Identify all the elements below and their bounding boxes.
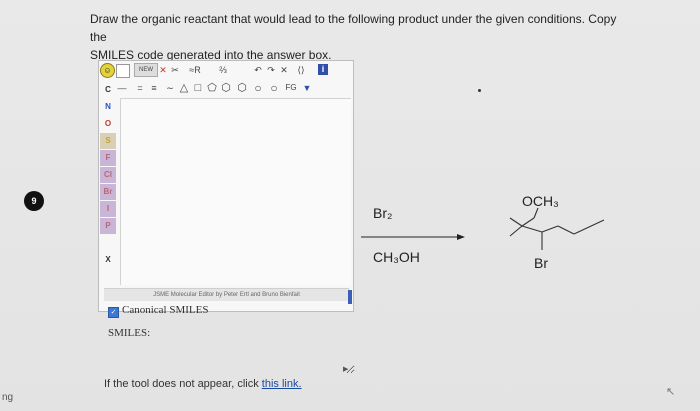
smiley-icon[interactable]: ☺ [100, 63, 115, 78]
atom-any[interactable]: X [100, 252, 116, 268]
atom-phosphorus[interactable]: P [100, 218, 116, 234]
fallback-prefix: If the tool does not appear, click [104, 378, 262, 390]
ring-4-icon[interactable]: □ [192, 80, 204, 96]
checkbox-checked-icon[interactable]: ✓ [108, 307, 119, 318]
template-icon[interactable]: ⟨⟩ [294, 62, 308, 78]
resize-handle[interactable] [348, 290, 352, 304]
ring-7-icon[interactable]: ○ [252, 80, 264, 96]
atom-iodine[interactable]: I [100, 201, 116, 217]
atom-chlorine[interactable]: Cl [100, 167, 116, 183]
reagent-bottom: CH₃OH [373, 249, 420, 265]
product-methoxy-label: OCH₃ [522, 193, 559, 209]
cursor-icon: ↖ [666, 386, 676, 398]
fallback-link[interactable]: this link. [262, 378, 302, 390]
undo-icon[interactable]: ↶ [252, 62, 264, 78]
question-line-1: Draw the organic reactant that would lea… [90, 12, 617, 44]
benzene-icon[interactable]: ⬡ [236, 80, 248, 96]
chain-icon[interactable]: ∼ [164, 80, 176, 96]
fallback-note: If the tool does not appear, click this … [104, 378, 302, 390]
fg-dropdown-icon[interactable]: ▼ [301, 80, 313, 96]
ring-3-icon[interactable]: △ [178, 80, 190, 96]
drawing-canvas[interactable] [120, 98, 351, 285]
info-icon[interactable]: i [318, 64, 328, 75]
ring-8-icon[interactable]: ○ [268, 80, 280, 96]
atom-bromine[interactable]: Br [100, 184, 116, 200]
redo-icon[interactable]: ↷ [265, 62, 277, 78]
charge-icon[interactable]: ⅔ [216, 62, 230, 78]
canonical-smiles-label: Canonical SMILES [122, 304, 209, 316]
cut-icon[interactable]: ✂ [170, 62, 180, 78]
product-bromine-label: Br [534, 255, 548, 271]
product-structure: OCH₃ Br [509, 193, 605, 271]
atom-oxygen[interactable]: O [100, 116, 116, 132]
answer-box[interactable] [98, 320, 355, 374]
scroll-right-icon[interactable]: ▶ [343, 365, 348, 373]
functional-group-button[interactable]: FG [284, 80, 298, 96]
double-bond-icon[interactable]: = [134, 80, 146, 96]
atom-nitrogen[interactable]: N [100, 99, 116, 115]
delete-icon[interactable]: ✕ [158, 62, 168, 78]
question-prompt: Draw the organic reactant that would lea… [90, 10, 630, 64]
canonical-smiles-option[interactable]: ✓ Canonical SMILES [108, 304, 208, 318]
new-button[interactable]: NEW [134, 63, 158, 77]
atom-fluorine[interactable]: F [100, 150, 116, 166]
truncated-left-text: ng [2, 392, 14, 403]
atom-carbon[interactable]: C [100, 82, 116, 98]
reagent-top: Br₂ [373, 205, 393, 221]
triple-bond-icon[interactable]: ≡ [148, 80, 160, 96]
stray-dot [478, 89, 481, 92]
atom-sidebar: C N O S F Cl Br I P X [100, 82, 118, 292]
select-box-icon[interactable] [116, 64, 130, 78]
rgroup-icon[interactable]: ≈R [188, 62, 202, 78]
clear-icon[interactable]: ✕ [278, 62, 290, 78]
atom-sulfur[interactable]: S [100, 133, 116, 149]
editor-credit: JSME Molecular Editor by Peter Ertl and … [104, 288, 349, 301]
reaction-arrow [361, 234, 465, 240]
ring-5-icon[interactable]: ⬠ [206, 80, 218, 96]
question-number-badge: 9 [24, 191, 44, 211]
ring-6-icon[interactable]: ⬡ [220, 80, 232, 96]
